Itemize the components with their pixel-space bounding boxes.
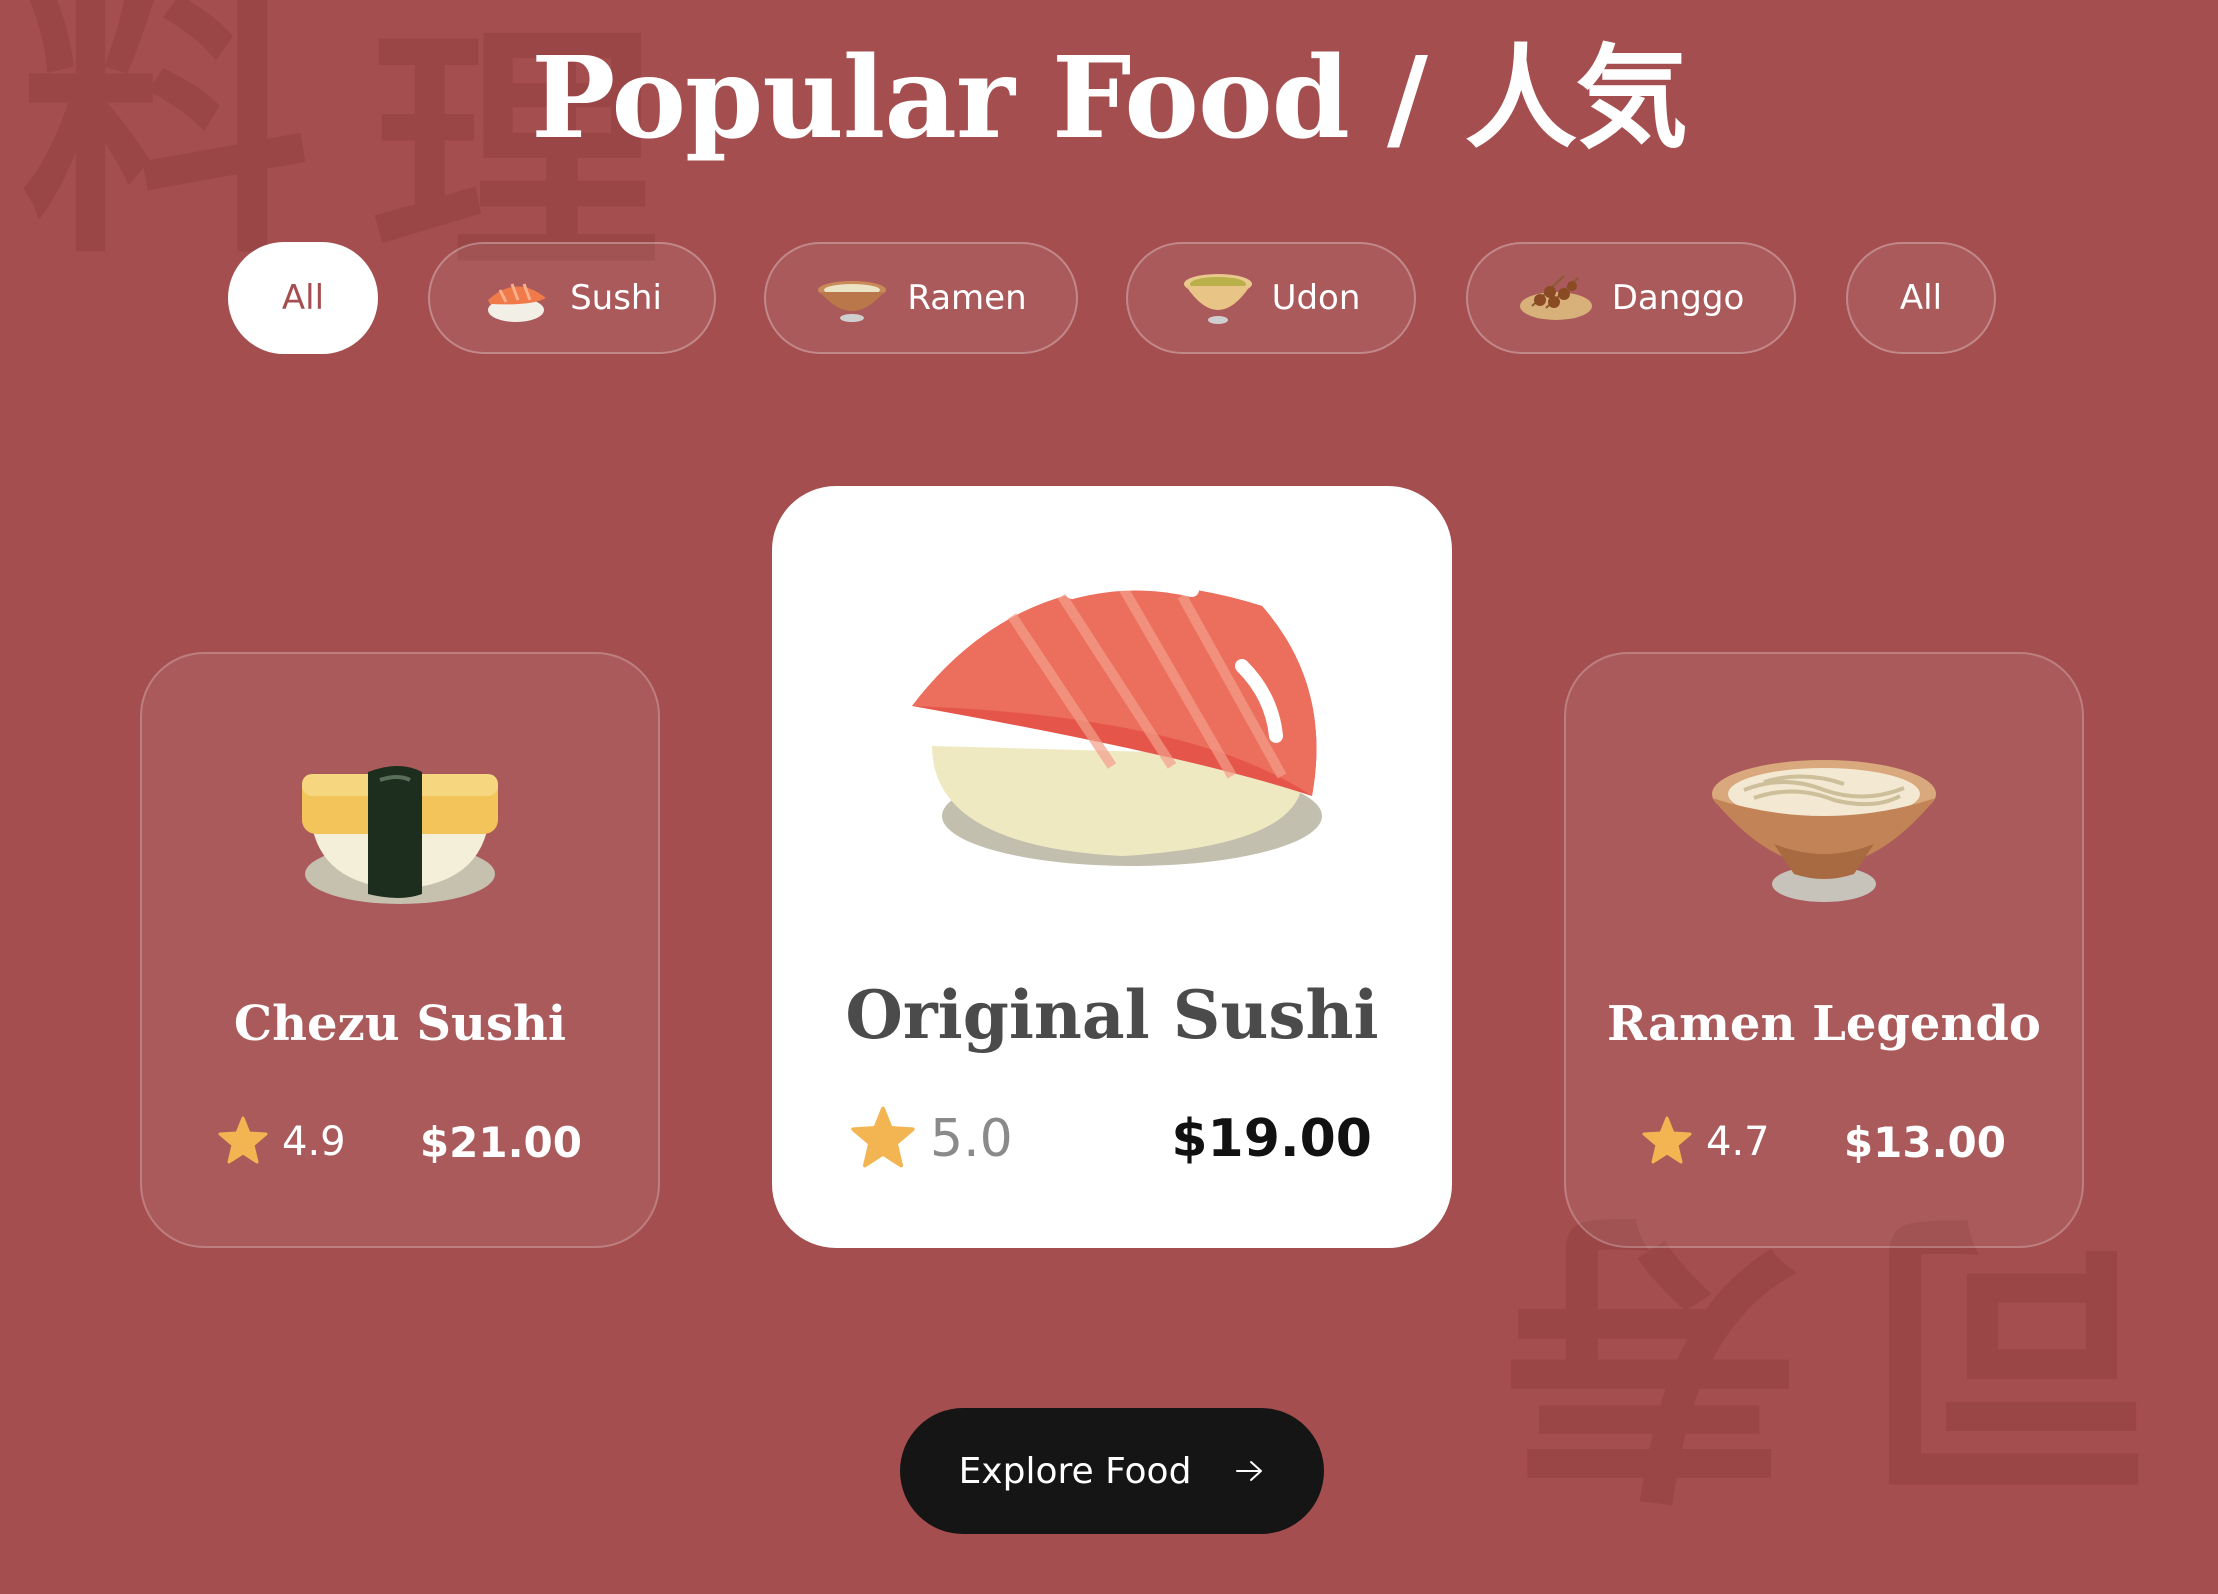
tamago-sushi-image [280,724,520,924]
food-name: Chezu Sushi [233,996,567,1052]
food-card-featured[interactable]: Original Sushi 5.0 $19.00 [772,486,1452,1248]
filter-chip-danggo[interactable]: Danggo [1466,242,1796,354]
price: $19.00 [1171,1109,1372,1169]
dango-plate-icon [1518,270,1594,326]
price: $21.00 [419,1117,582,1167]
explore-food-button[interactable]: Explore Food [900,1408,1324,1534]
food-meta: 4.7 $13.00 [1642,1114,2006,1170]
filter-chip-label: All [1899,278,1943,318]
food-meta: 5.0 $19.00 [850,1104,1372,1174]
filter-chip-ramen[interactable]: Ramen [764,242,1078,354]
filter-chip-all-2[interactable]: All [1846,242,1996,354]
rating: 4.9 [218,1116,346,1168]
food-card[interactable]: Ramen Legendo 4.7 $13.00 [1564,652,2084,1248]
explore-food-label: Explore Food [958,1450,1192,1492]
salmon-nigiri-image [892,556,1332,896]
page-title: Popular Food / 人気 [531,33,1688,164]
udon-bowl-icon [1182,268,1254,328]
filter-chip-label: Sushi [570,278,662,318]
filter-chip-label: All [281,278,325,318]
filter-chip-sushi[interactable]: Sushi [428,242,716,354]
food-name: Ramen Legendo [1607,996,2041,1052]
star-icon [1642,1116,1692,1168]
rating-value: 4.9 [282,1119,346,1165]
rating: 4.7 [1642,1116,1770,1168]
filter-chip-all[interactable]: All [228,242,378,354]
rating-value: 4.7 [1706,1119,1770,1165]
rating: 5.0 [850,1106,1013,1172]
filter-chip-udon[interactable]: Udon [1126,242,1416,354]
price: $13.00 [1843,1117,2006,1167]
ramen-bowl-icon [815,270,889,326]
category-filter-bar: All Sushi Ramen Udon Danggo All [0,242,2218,358]
filter-chip-label: Ramen [907,278,1027,318]
sushi-icon [482,270,552,326]
star-icon [850,1106,916,1172]
arrow-right-icon [1235,1451,1265,1492]
filter-chip-label: Udon [1271,278,1361,318]
food-meta: 4.9 $21.00 [218,1114,582,1170]
rating-value: 5.0 [930,1109,1013,1169]
ramen-bowl-image [1704,724,1944,924]
food-name: Original Sushi [845,976,1379,1054]
star-icon [218,1116,268,1168]
filter-chip-label: Danggo [1611,278,1745,318]
food-card[interactable]: Chezu Sushi 4.9 $21.00 [140,652,660,1248]
